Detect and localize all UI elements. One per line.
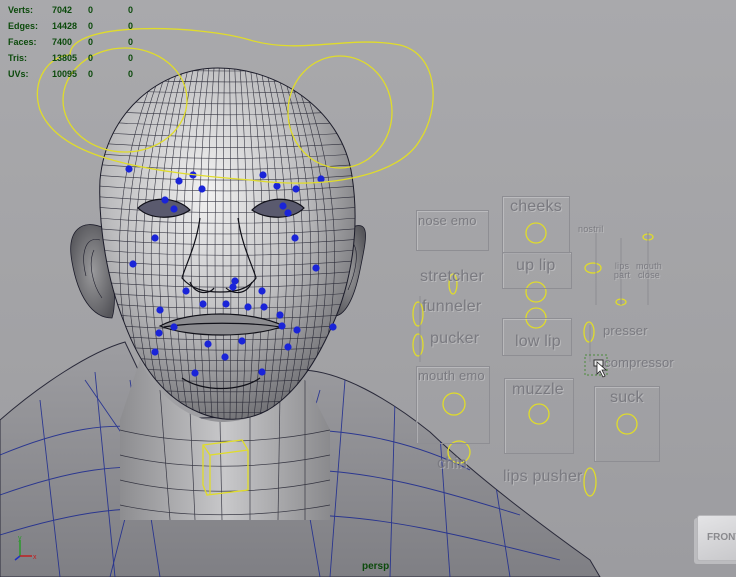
- low-lip-label: low lip: [515, 333, 561, 350]
- nose-emo-label: nose emo: [418, 213, 477, 228]
- svg-text:y: y: [18, 536, 22, 542]
- svg-text:x: x: [33, 554, 37, 561]
- joint-marker[interactable]: [312, 264, 320, 272]
- mouth-close-label: mouth close: [635, 261, 662, 280]
- joint-marker[interactable]: [258, 368, 266, 376]
- joint-marker[interactable]: [155, 329, 163, 337]
- hud-row-tris: Tris: 13805 0 0: [8, 53, 134, 63]
- stretcher-label: stretcher: [420, 268, 485, 285]
- joint-marker[interactable]: [293, 326, 301, 334]
- joint-marker[interactable]: [259, 171, 267, 179]
- joint-marker[interactable]: [222, 300, 230, 308]
- muzzle-label: muzzle: [512, 381, 564, 398]
- joint-marker[interactable]: [284, 209, 292, 217]
- joint-marker[interactable]: [276, 311, 284, 319]
- joint-marker[interactable]: [191, 369, 199, 377]
- joint-marker[interactable]: [182, 287, 190, 295]
- up-lip-label: up lip: [516, 257, 556, 274]
- joint-marker[interactable]: [156, 306, 164, 314]
- view-cube-icon[interactable]: FRONT: [697, 515, 736, 561]
- joint-marker[interactable]: [260, 303, 268, 311]
- scene-canvas[interactable]: [0, 0, 736, 577]
- hud-row-uvs: UVs: 10095 0 0: [8, 69, 134, 79]
- hud-row-faces: Faces: 7400 0 0: [8, 37, 134, 47]
- suck-label: suck: [610, 389, 644, 406]
- joint-marker[interactable]: [229, 283, 237, 291]
- pucker-label: pucker: [430, 330, 480, 347]
- joint-marker[interactable]: [204, 340, 212, 348]
- joint-marker[interactable]: [273, 182, 281, 190]
- camera-name-label: persp: [362, 561, 390, 572]
- compressor-label: compressor: [604, 355, 674, 370]
- joint-marker[interactable]: [198, 185, 206, 193]
- joint-marker[interactable]: [329, 323, 337, 331]
- axis-gizmo-icon: x y: [14, 536, 37, 561]
- joint-marker[interactable]: [279, 202, 287, 210]
- lips-pusher-label: lips pusher: [503, 468, 583, 485]
- joint-marker[interactable]: [238, 337, 246, 345]
- joint-marker[interactable]: [170, 205, 178, 213]
- joint-marker[interactable]: [199, 300, 207, 308]
- view-cube-label: FRONT: [707, 532, 736, 543]
- joint-marker[interactable]: [291, 234, 299, 242]
- mouth-emo-label: mouth emo: [418, 368, 485, 383]
- maya-viewport[interactable]: nose emo cheeks nostril stretcher up lip…: [0, 0, 736, 577]
- joint-marker[interactable]: [151, 348, 159, 356]
- presser-label: presser: [603, 323, 648, 338]
- lips-part-label: lips part: [613, 261, 631, 280]
- joint-marker[interactable]: [175, 177, 183, 185]
- joint-marker[interactable]: [129, 260, 137, 268]
- funneler-label: funneler: [422, 298, 482, 315]
- joint-marker[interactable]: [125, 165, 133, 173]
- joint-marker[interactable]: [292, 185, 300, 193]
- poly-count-hud: Verts: 7042 0 0 Edges: 14428 0 0 Faces: 7400 0 0 …: [8, 2, 158, 82]
- hud-row-edges: Edges: 14428 0 0: [8, 21, 134, 31]
- joint-marker[interactable]: [221, 353, 229, 361]
- joint-marker[interactable]: [151, 234, 159, 242]
- joint-marker[interactable]: [244, 303, 252, 311]
- joint-marker[interactable]: [278, 322, 286, 330]
- nostril-label: nostril: [578, 224, 604, 234]
- joint-marker[interactable]: [284, 343, 292, 351]
- joint-marker[interactable]: [161, 196, 169, 204]
- chin-label: chin: [437, 455, 468, 472]
- joint-marker[interactable]: [170, 323, 178, 331]
- joint-marker[interactable]: [258, 287, 266, 295]
- cheeks-label: cheeks: [510, 198, 562, 215]
- hud-row-verts: Verts: 7042 0 0: [8, 5, 134, 15]
